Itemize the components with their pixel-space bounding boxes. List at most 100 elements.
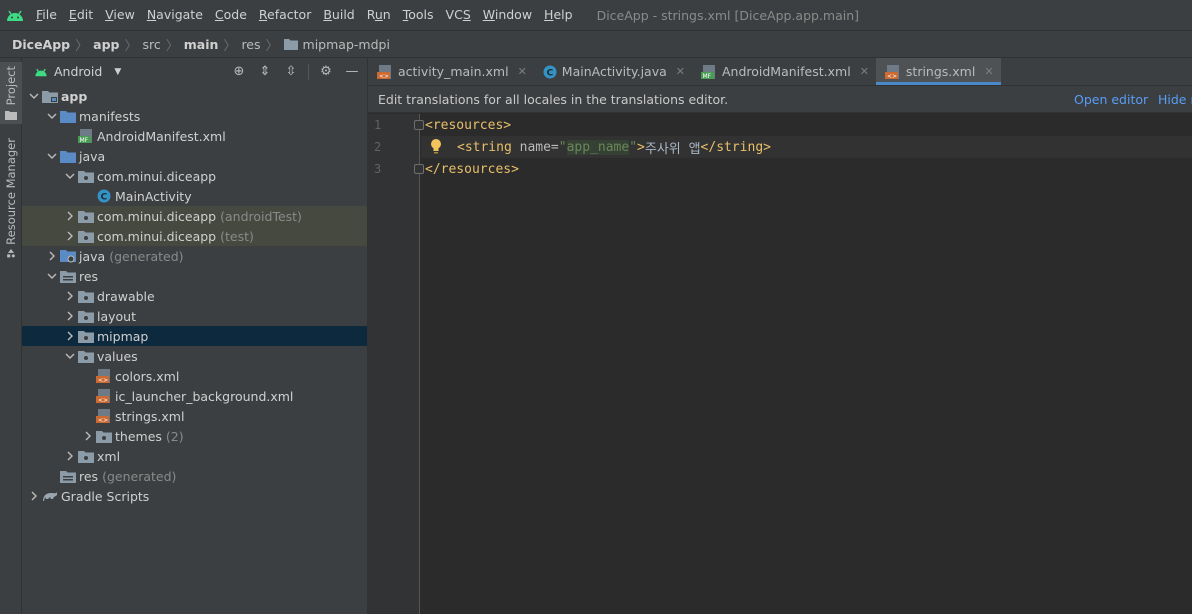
menu-item-run[interactable]: Run xyxy=(361,0,397,30)
close-icon[interactable]: ✕ xyxy=(518,65,527,78)
project-view-selector[interactable]: Android ▼ xyxy=(34,64,121,79)
menu-item-tools[interactable]: Tools xyxy=(397,0,440,30)
tree-item[interactable]: res xyxy=(22,266,367,286)
menu-item-navigate[interactable]: Navigate xyxy=(141,0,209,30)
tree-item-label: values xyxy=(97,348,138,364)
tree-item[interactable]: java (generated) xyxy=(22,246,367,266)
chevron-down-icon[interactable] xyxy=(44,146,60,166)
editor-area: <> activity_main.xml ✕ C MainActivity.java ✕ M… xyxy=(368,58,1192,614)
breadcrumb-item-project[interactable]: DiceApp xyxy=(12,37,70,52)
tree-item[interactable]: res (generated) xyxy=(22,466,367,486)
tree-item[interactable]: C MainActivity xyxy=(22,186,367,206)
tree-item[interactable]: xml xyxy=(22,446,367,466)
package-icon xyxy=(78,348,94,364)
res-folder-icon xyxy=(60,268,76,284)
breadcrumb-item-folder[interactable]: mipmap-mdpi xyxy=(283,37,390,52)
menu-item-refactor[interactable]: Refactor xyxy=(253,0,317,30)
tree-item[interactable]: layout xyxy=(22,306,367,326)
xml-attribute-value: app_name xyxy=(566,139,630,155)
editor-tab[interactable]: <> strings.xml ✕ xyxy=(875,58,1001,85)
menu-item-vcs[interactable]: VCS xyxy=(440,0,477,30)
chevron-right-icon[interactable] xyxy=(62,206,78,226)
breadcrumb-item-res[interactable]: res xyxy=(241,37,260,52)
tree-item[interactable]: com.minui.diceapp (test) xyxy=(22,226,367,246)
project-view-label: Android xyxy=(54,64,103,79)
gradle-icon xyxy=(42,488,58,504)
menu-item-window[interactable]: Window xyxy=(477,0,538,30)
tree-item[interactable]: com.minui.diceapp (androidTest) xyxy=(22,206,367,226)
fold-marker-icon[interactable] xyxy=(414,120,424,130)
resource-manager-tool-tab[interactable]: Resource Manager xyxy=(0,138,22,258)
gear-icon[interactable]: ⚙ xyxy=(317,63,335,81)
chevron-down-icon[interactable] xyxy=(44,106,60,126)
tree-item[interactable]: drawable xyxy=(22,286,367,306)
tree-item[interactable]: values xyxy=(22,346,367,366)
chevron-down-icon[interactable] xyxy=(26,86,42,106)
tree-item-label: MainActivity xyxy=(115,188,192,204)
menu-item-view[interactable]: View xyxy=(99,0,141,30)
lightbulb-icon[interactable] xyxy=(430,138,444,154)
manifest-file-icon: MF xyxy=(78,128,94,144)
chevron-right-icon[interactable] xyxy=(26,486,42,506)
project-tool-tab[interactable]: Project xyxy=(0,62,22,124)
menu-item-help[interactable]: Help xyxy=(538,0,579,30)
menu-item-file[interactable]: File xyxy=(30,0,63,30)
tree-item[interactable]: <> strings.xml xyxy=(22,406,367,426)
chevron-right-icon[interactable] xyxy=(80,426,96,446)
tree-item[interactable]: <> colors.xml xyxy=(22,366,367,386)
chevron-right-icon[interactable] xyxy=(62,326,78,346)
tree-item-label: app xyxy=(61,88,88,104)
tree-item[interactable]: Gradle Scripts xyxy=(22,486,367,506)
hide-notification-link[interactable]: Hide n xyxy=(1158,92,1192,107)
svg-text:C: C xyxy=(546,68,553,78)
editor-tab[interactable]: C MainActivity.java ✕ xyxy=(534,58,692,85)
tree-item[interactable]: app xyxy=(22,86,367,106)
chevron-right-icon[interactable] xyxy=(62,226,78,246)
breadcrumb-item-main[interactable]: main xyxy=(184,37,219,52)
line-number: 2 xyxy=(374,140,382,154)
code-editor[interactable]: 1 2 3 <resources> <string name= " app_name… xyxy=(368,114,1192,614)
tree-item[interactable]: mipmap xyxy=(22,326,367,346)
breadcrumb-item-module[interactable]: app xyxy=(93,37,119,52)
tree-item[interactable]: java xyxy=(22,146,367,166)
xml-file-icon: <> xyxy=(96,408,112,424)
tree-item[interactable]: MF AndroidManifest.xml xyxy=(22,126,367,146)
xml-file-icon: <> xyxy=(96,368,112,384)
tree-item[interactable]: themes (2) xyxy=(22,426,367,446)
chevron-right-icon[interactable] xyxy=(62,286,78,306)
module-folder-icon xyxy=(42,88,58,104)
menu-item-build[interactable]: Build xyxy=(317,0,360,30)
tree-item[interactable]: com.minui.diceapp xyxy=(22,166,367,186)
minimize-icon[interactable]: — xyxy=(343,63,361,81)
tree-item[interactable]: manifests xyxy=(22,106,367,126)
tree-item[interactable]: <> ic_launcher_background.xml xyxy=(22,386,367,406)
close-icon[interactable]: ✕ xyxy=(860,65,869,78)
package-icon xyxy=(78,228,94,244)
svg-text:<>: <> xyxy=(379,73,389,79)
editor-tab[interactable]: MF AndroidManifest.xml ✕ xyxy=(692,58,876,85)
package-icon xyxy=(78,328,94,344)
locate-file-icon[interactable]: ⊕ xyxy=(230,63,248,81)
close-icon[interactable]: ✕ xyxy=(984,65,993,78)
menu-item-edit[interactable]: Edit xyxy=(63,0,99,30)
editor-tab-label: activity_main.xml xyxy=(398,64,509,79)
open-editor-link[interactable]: Open editor xyxy=(1074,92,1148,107)
expand-all-icon[interactable]: ⇕ xyxy=(256,63,274,81)
chevron-right-icon[interactable] xyxy=(62,446,78,466)
chevron-down-icon[interactable] xyxy=(44,266,60,286)
editor-tab[interactable]: <> activity_main.xml ✕ xyxy=(368,58,534,85)
chevron-right-icon[interactable] xyxy=(44,246,60,266)
xml-file-icon: <> xyxy=(884,64,901,79)
close-icon[interactable]: ✕ xyxy=(676,65,685,78)
chevron-right-icon[interactable] xyxy=(62,306,78,326)
fold-marker-icon[interactable] xyxy=(414,164,424,174)
xml-tag: <string xyxy=(457,139,512,155)
menu-item-code[interactable]: Code xyxy=(209,0,253,30)
chevron-down-icon[interactable] xyxy=(62,166,78,186)
breadcrumb-item-src[interactable]: src xyxy=(143,37,161,52)
chevron-down-icon[interactable] xyxy=(62,346,78,366)
collapse-all-icon[interactable]: ⇳ xyxy=(282,63,300,81)
svg-text:MF: MF xyxy=(702,73,711,79)
